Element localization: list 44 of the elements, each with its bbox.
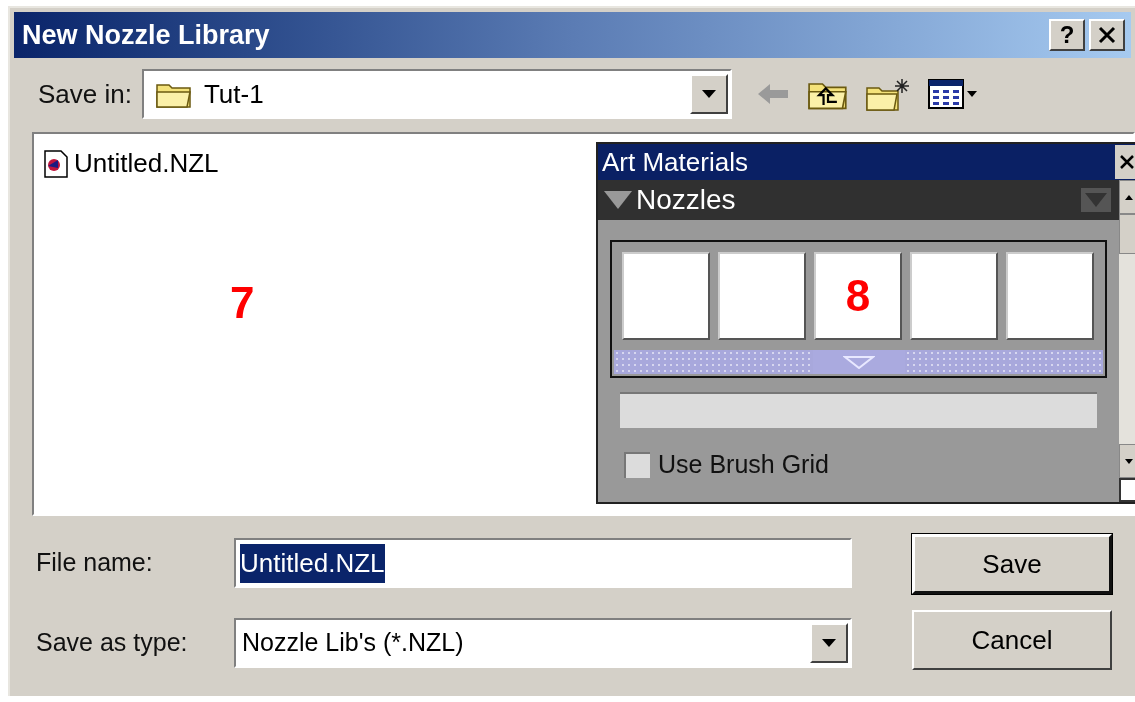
list-view-icon — [927, 79, 964, 109]
scroll-up-button[interactable] — [1119, 180, 1135, 214]
scroll-down-button[interactable] — [1119, 444, 1135, 478]
caret-icon — [966, 91, 977, 97]
checkbox[interactable] — [624, 451, 650, 478]
nozzle-cell[interactable] — [718, 252, 806, 340]
down-arrow-icon — [1125, 458, 1133, 464]
nozzle-cell[interactable] — [622, 252, 710, 340]
annotation-number: 8 — [845, 270, 871, 322]
view-menu-button[interactable] — [927, 79, 977, 109]
scroll-thumb[interactable] — [1119, 214, 1135, 254]
annotation-number: 7 — [230, 277, 255, 329]
nozzle-cell[interactable] — [1006, 252, 1094, 340]
down-triangle-icon — [842, 355, 875, 369]
dropdown-button[interactable] — [810, 623, 848, 663]
file-name-label: File name: — [36, 547, 154, 579]
down-arrow-icon — [821, 638, 837, 648]
help-button[interactable]: ? — [1049, 19, 1085, 51]
file-icon — [44, 149, 68, 178]
close-icon — [1119, 154, 1135, 170]
nozzle-cell[interactable] — [910, 252, 998, 340]
resize-grip[interactable] — [1119, 478, 1135, 502]
close-button[interactable] — [1115, 145, 1135, 179]
dialog-button[interactable]: Cancel — [912, 610, 1112, 670]
file-name-field[interactable]: Untitled.NZL — [234, 538, 852, 588]
nozzle-cell[interactable]: 8 — [814, 252, 902, 340]
name-field[interactable] — [620, 392, 1097, 428]
save-as-type-label: Save as type: — [36, 627, 189, 659]
new-folder-icon[interactable] — [865, 77, 910, 111]
palette-title: Art Materials — [602, 145, 749, 179]
up-arrow-icon — [1125, 194, 1133, 200]
dialog-button[interactable]: Save — [912, 534, 1112, 594]
section-header[interactable]: Nozzles — [598, 180, 1119, 220]
dropdown-button[interactable] — [689, 74, 728, 114]
window-title: New Nozzle Library — [22, 18, 271, 52]
close-icon — [1098, 26, 1116, 44]
down-arrow-icon — [700, 89, 717, 99]
save-in-label: Save in: — [38, 77, 132, 111]
disclosure-triangle-icon — [604, 191, 632, 209]
file-item[interactable]: Untitled.NZL — [42, 144, 221, 183]
save-as-type-combo[interactable]: Nozzle Lib's (*.NZL) — [234, 618, 852, 668]
close-button[interactable] — [1089, 19, 1125, 51]
checkbox-label: Use Brush Grid — [658, 449, 829, 480]
save-in-combo[interactable]: Tut-1 — [141, 69, 732, 119]
